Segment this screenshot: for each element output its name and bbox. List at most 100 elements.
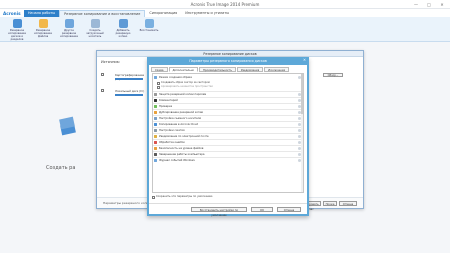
close-icon[interactable]: ✕ bbox=[303, 58, 306, 62]
ribbon-button-label: Резервное копирование файлов bbox=[34, 29, 52, 38]
usage-bar bbox=[115, 78, 143, 80]
option-image-mode[interactable]: Режим создания образа bbox=[153, 75, 303, 80]
ribbon-bootable-media-button[interactable]: Создать загрузочный носитель bbox=[84, 19, 106, 38]
source-c-row[interactable]: Картографирование (C:) bbox=[115, 73, 145, 81]
ribbon-tabs: Acronis Начало работы Резервное копирова… bbox=[0, 9, 450, 17]
event-log-icon bbox=[154, 159, 157, 162]
tab-notifications[interactable]: Уведомления bbox=[236, 67, 264, 72]
option-file-security[interactable]: Безопасность на уровне файлов bbox=[153, 145, 303, 150]
option-duplication[interactable]: Дублирование резервной копии bbox=[153, 109, 303, 114]
removable-media-icon bbox=[154, 117, 157, 120]
option-label: Режим создания образа bbox=[159, 76, 192, 79]
option-label: Защита резервной копии паролем bbox=[159, 93, 207, 96]
tab-tools[interactable]: Инструменты и утилиты bbox=[181, 10, 233, 17]
tab-start[interactable]: Начало работы bbox=[24, 10, 60, 17]
ribbon-file-backup-button[interactable]: Резервное копирование файлов bbox=[32, 19, 54, 38]
reset-defaults-button[interactable]: Восстановить настройки по умолчанию bbox=[191, 207, 247, 217]
tab-performance[interactable]: Производительность bbox=[199, 67, 236, 72]
tab-exclusions[interactable]: Исключения bbox=[264, 67, 290, 72]
options-cancel-button[interactable]: Отмена bbox=[277, 207, 301, 212]
tab-sync[interactable]: Синхронизация bbox=[145, 10, 181, 17]
save-default-option[interactable]: Сохранить эти параметры по умолчанию bbox=[152, 195, 213, 199]
ribbon-other-backup-button[interactable]: Другое резервное копирование bbox=[58, 19, 80, 38]
tab-advanced[interactable]: Дополнительно bbox=[168, 67, 199, 72]
option-validation[interactable]: Проверка bbox=[153, 103, 303, 108]
suboption-unallocated[interactable]: Архивировать незанятое пространство bbox=[157, 85, 214, 89]
disk-illustration bbox=[58, 114, 80, 138]
source-c-checkbox[interactable] bbox=[101, 73, 104, 76]
option-label: Копирование в Acronis Cloud bbox=[159, 123, 199, 126]
option-cloud[interactable]: Копирование в Acronis Cloud bbox=[153, 121, 303, 126]
scrollbar-thumb[interactable] bbox=[301, 74, 303, 114]
option-shutdown[interactable]: Завершение работы компьютера bbox=[153, 151, 303, 156]
option-label: Безопасность на уровне файлов bbox=[159, 147, 204, 150]
backup-cancel-button[interactable]: Отмена bbox=[339, 201, 357, 206]
save-default-label: Сохранить эти параметры по умолчанию bbox=[156, 195, 213, 198]
options-list: Режим создания образа Создавать образ се… bbox=[152, 73, 304, 193]
ribbon-restore-button[interactable]: Восстановить bbox=[138, 19, 160, 32]
option-comment[interactable]: Комментарий bbox=[153, 97, 303, 102]
ribbon-add-backup-button[interactable]: Добавить резервную копию bbox=[112, 19, 134, 38]
image-mode-icon bbox=[154, 76, 157, 79]
options-scrollbar[interactable] bbox=[301, 74, 303, 192]
ribbon-disk-backup-button[interactable]: Резервное копирование дисков и разделов bbox=[6, 19, 28, 41]
create-backup-text: Создать ра bbox=[46, 165, 76, 171]
ribbon-button-label: Восстановить bbox=[139, 29, 159, 32]
power-icon bbox=[154, 153, 157, 156]
options-dialog: Параметры резервного копирования дисков … bbox=[147, 57, 309, 217]
restore-icon bbox=[144, 19, 154, 28]
source-label: Источник: bbox=[101, 60, 121, 64]
lock-icon bbox=[154, 93, 157, 96]
maximize-button[interactable]: □ bbox=[425, 1, 433, 7]
option-label: Дублирование резервной копии bbox=[159, 111, 204, 114]
unallocated-checkbox[interactable] bbox=[157, 85, 160, 89]
file-backup-icon bbox=[38, 19, 48, 28]
app-logo: Acronis bbox=[3, 10, 21, 16]
options-dialog-footer: Восстановить настройки по умолчанию ОК О… bbox=[149, 203, 307, 217]
bootable-media-icon bbox=[90, 19, 100, 28]
option-label: Обработка ошибок bbox=[159, 141, 185, 144]
ribbon: Резервное копирование дисков и разделов … bbox=[0, 17, 450, 42]
shield-icon bbox=[154, 147, 157, 150]
window-controls: — □ ✕ bbox=[412, 1, 446, 7]
option-error-handling[interactable]: Обработка ошибок bbox=[153, 139, 303, 144]
options-dialog-title: Параметры резервного копирования дисков bbox=[189, 59, 267, 63]
suboption-label: Создавать образ сектор за сектором bbox=[161, 81, 210, 84]
ribbon-button-label: Добавить резервную копию bbox=[115, 29, 131, 38]
option-label: Проверка bbox=[159, 105, 173, 108]
browse-button[interactable]: Обзор... bbox=[323, 73, 343, 77]
save-default-checkbox[interactable] bbox=[152, 195, 155, 199]
option-password[interactable]: Защита резервной копии паролем bbox=[153, 91, 303, 96]
option-label: Настройка съемного носителя bbox=[159, 117, 201, 120]
option-label: Завершение работы компьютера bbox=[159, 153, 205, 156]
options-tabs: Схема Дополнительно Производительность У… bbox=[151, 67, 290, 72]
duplicate-icon bbox=[154, 111, 157, 114]
option-removable-media[interactable]: Настройка съемного носителя bbox=[153, 115, 303, 120]
option-label: Комментарий bbox=[159, 99, 178, 102]
options-dialog-body: Схема Дополнительно Производительность У… bbox=[149, 65, 307, 217]
close-button[interactable]: ✕ bbox=[438, 1, 446, 7]
option-event-log[interactable]: Журнал событий Windows bbox=[153, 157, 303, 162]
title-bar: Acronis True Image 2014 Premium — □ ✕ bbox=[0, 0, 450, 9]
disk-backup-icon bbox=[12, 19, 22, 28]
ribbon-button-label: Создать загрузочный носитель bbox=[86, 29, 104, 38]
later-button[interactable]: Позже bbox=[323, 201, 337, 206]
source-d-row[interactable]: Локальный диск (D:) bbox=[115, 89, 145, 97]
comment-icon bbox=[154, 99, 157, 102]
tab-scheme[interactable]: Схема bbox=[151, 67, 168, 72]
email-icon bbox=[154, 135, 157, 138]
other-backup-icon bbox=[64, 19, 74, 28]
cloud-icon bbox=[154, 123, 157, 126]
tab-backup-restore[interactable]: Резервное копирование и восстановление bbox=[59, 10, 146, 17]
minimize-button[interactable]: — bbox=[412, 1, 420, 7]
validation-icon bbox=[154, 105, 157, 108]
error-icon bbox=[154, 141, 157, 144]
option-email[interactable]: Уведомление по электронной почте bbox=[153, 133, 303, 138]
ribbon-button-label: Резервное копирование дисков и разделов bbox=[8, 29, 26, 41]
ribbon-button-label: Другое резервное копирование bbox=[60, 29, 78, 38]
suboption-label: Архивировать незанятое пространство bbox=[161, 85, 214, 88]
source-d-checkbox[interactable] bbox=[101, 89, 104, 92]
ok-button[interactable]: ОК bbox=[251, 207, 273, 212]
option-compression[interactable]: Настройки сжатия bbox=[153, 127, 303, 132]
sector-checkbox[interactable] bbox=[157, 81, 160, 85]
